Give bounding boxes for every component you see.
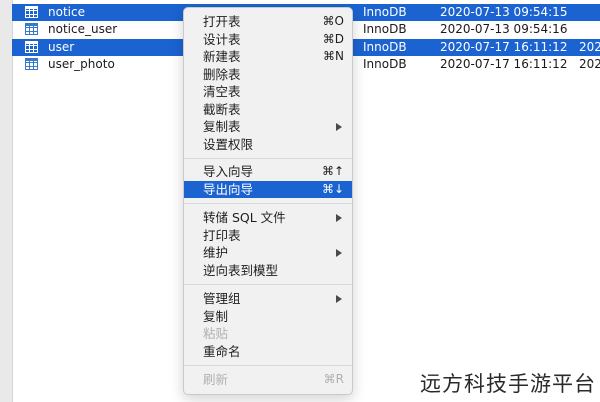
chevron-right-icon	[336, 123, 342, 131]
menu-separator	[184, 284, 352, 285]
menu-item-shortcut: ⌘↑	[321, 164, 344, 178]
menu-item-rename[interactable]: 重命名	[184, 343, 352, 360]
menu-item-label: 打开表	[203, 14, 241, 29]
menu-item-label: 复制表	[203, 119, 241, 134]
menu-item-maintain[interactable]: 维护	[184, 244, 352, 261]
menu-item-truncate-table[interactable]: 截断表	[184, 101, 352, 118]
table-name: notice	[48, 4, 85, 19]
menu-item-label: 维护	[203, 245, 229, 260]
table-grid-icon	[25, 5, 38, 18]
chevron-right-icon	[336, 295, 342, 303]
table-extra-column: 202	[579, 57, 600, 71]
menu-item-print-table[interactable]: 打印表	[184, 227, 352, 244]
menu-item-label: 逆向表到模型	[203, 262, 279, 278]
navicat-table-list-window: notice InnoDB 2020-07-13 09:54:15 notice…	[0, 0, 600, 402]
menu-item-label: 导出向导	[203, 181, 254, 197]
menu-item-label: 刷新	[203, 372, 229, 387]
table-name: notice_user	[48, 22, 118, 36]
table-grid-icon	[25, 23, 38, 35]
menu-item-label: 新建表	[203, 49, 241, 64]
menu-item-reverse-to-model[interactable]: 逆向表到模型	[184, 262, 352, 279]
table-name: user	[48, 39, 75, 54]
menu-item-label: 管理组	[203, 291, 241, 306]
menu-item-dump-sql[interactable]: 转储 SQL 文件	[184, 209, 352, 226]
table-extra-column: 202	[579, 39, 600, 54]
menu-item-label: 打印表	[203, 227, 241, 243]
table-modified-date: 2020-07-13 09:54:16	[440, 22, 568, 36]
menu-item-new-table[interactable]: 新建表 ⌘N	[184, 48, 352, 65]
table-modified-date: 2020-07-17 16:11:12	[440, 39, 568, 54]
menu-item-label: 导入向导	[203, 164, 254, 179]
menu-item-refresh: 刷新 ⌘R	[184, 371, 352, 388]
table-modified-date: 2020-07-17 16:11:12	[440, 57, 568, 71]
menu-item-export-wizard[interactable]: 导出向导 ⌘↓	[184, 180, 352, 198]
menu-item-label: 复制	[203, 308, 229, 324]
menu-item-label: 清空表	[203, 84, 241, 99]
menu-separator	[184, 203, 352, 204]
table-grid-icon	[25, 40, 38, 53]
menu-item-design-table[interactable]: 设计表 ⌘D	[184, 31, 352, 48]
menu-item-manage-groups[interactable]: 管理组	[184, 290, 352, 307]
chevron-right-icon	[336, 249, 342, 257]
menu-item-shortcut: ⌘↓	[321, 181, 344, 196]
menu-item-empty-table[interactable]: 清空表	[184, 83, 352, 100]
menu-item-label: 粘贴	[203, 326, 229, 341]
menu-item-shortcut: ⌘R	[323, 372, 344, 386]
menu-item-label: 设置权限	[203, 136, 254, 152]
menu-item-set-permissions[interactable]: 设置权限	[184, 136, 352, 153]
menu-separator	[184, 158, 352, 159]
chevron-right-icon	[336, 214, 342, 222]
table-engine: InnoDB	[363, 57, 407, 71]
menu-item-label: 设计表	[203, 31, 241, 47]
menu-item-shortcut: ⌘N	[323, 49, 344, 63]
menu-item-delete-table[interactable]: 删除表	[184, 66, 352, 83]
menu-item-paste: 粘贴	[184, 325, 352, 342]
table-engine: InnoDB	[363, 39, 407, 54]
table-engine: InnoDB	[363, 22, 407, 36]
table-context-menu: 打开表 ⌘O 设计表 ⌘D 新建表 ⌘N 删除表 清空表 截断表 复制表 设置权…	[183, 7, 353, 395]
menu-item-label: 截断表	[203, 101, 241, 117]
table-grid-icon	[25, 58, 38, 70]
menu-item-import-wizard[interactable]: 导入向导 ⌘↑	[184, 163, 352, 180]
table-name: user_photo	[48, 57, 115, 71]
menu-item-shortcut: ⌘O	[322, 14, 344, 28]
menu-item-duplicate-table[interactable]: 复制表	[184, 118, 352, 135]
watermark-text: 远方科技手游平台	[420, 372, 596, 396]
menu-item-label: 删除表	[203, 66, 241, 82]
menu-item-shortcut: ⌘D	[322, 31, 344, 46]
table-modified-date: 2020-07-13 09:54:15	[440, 4, 568, 19]
menu-item-copy[interactable]: 复制	[184, 308, 352, 325]
menu-item-open-table[interactable]: 打开表 ⌘O	[184, 13, 352, 30]
menu-item-label: 重命名	[203, 343, 241, 359]
table-engine: InnoDB	[363, 4, 407, 19]
menu-item-label: 转储 SQL 文件	[203, 210, 286, 225]
menu-separator	[184, 365, 352, 366]
